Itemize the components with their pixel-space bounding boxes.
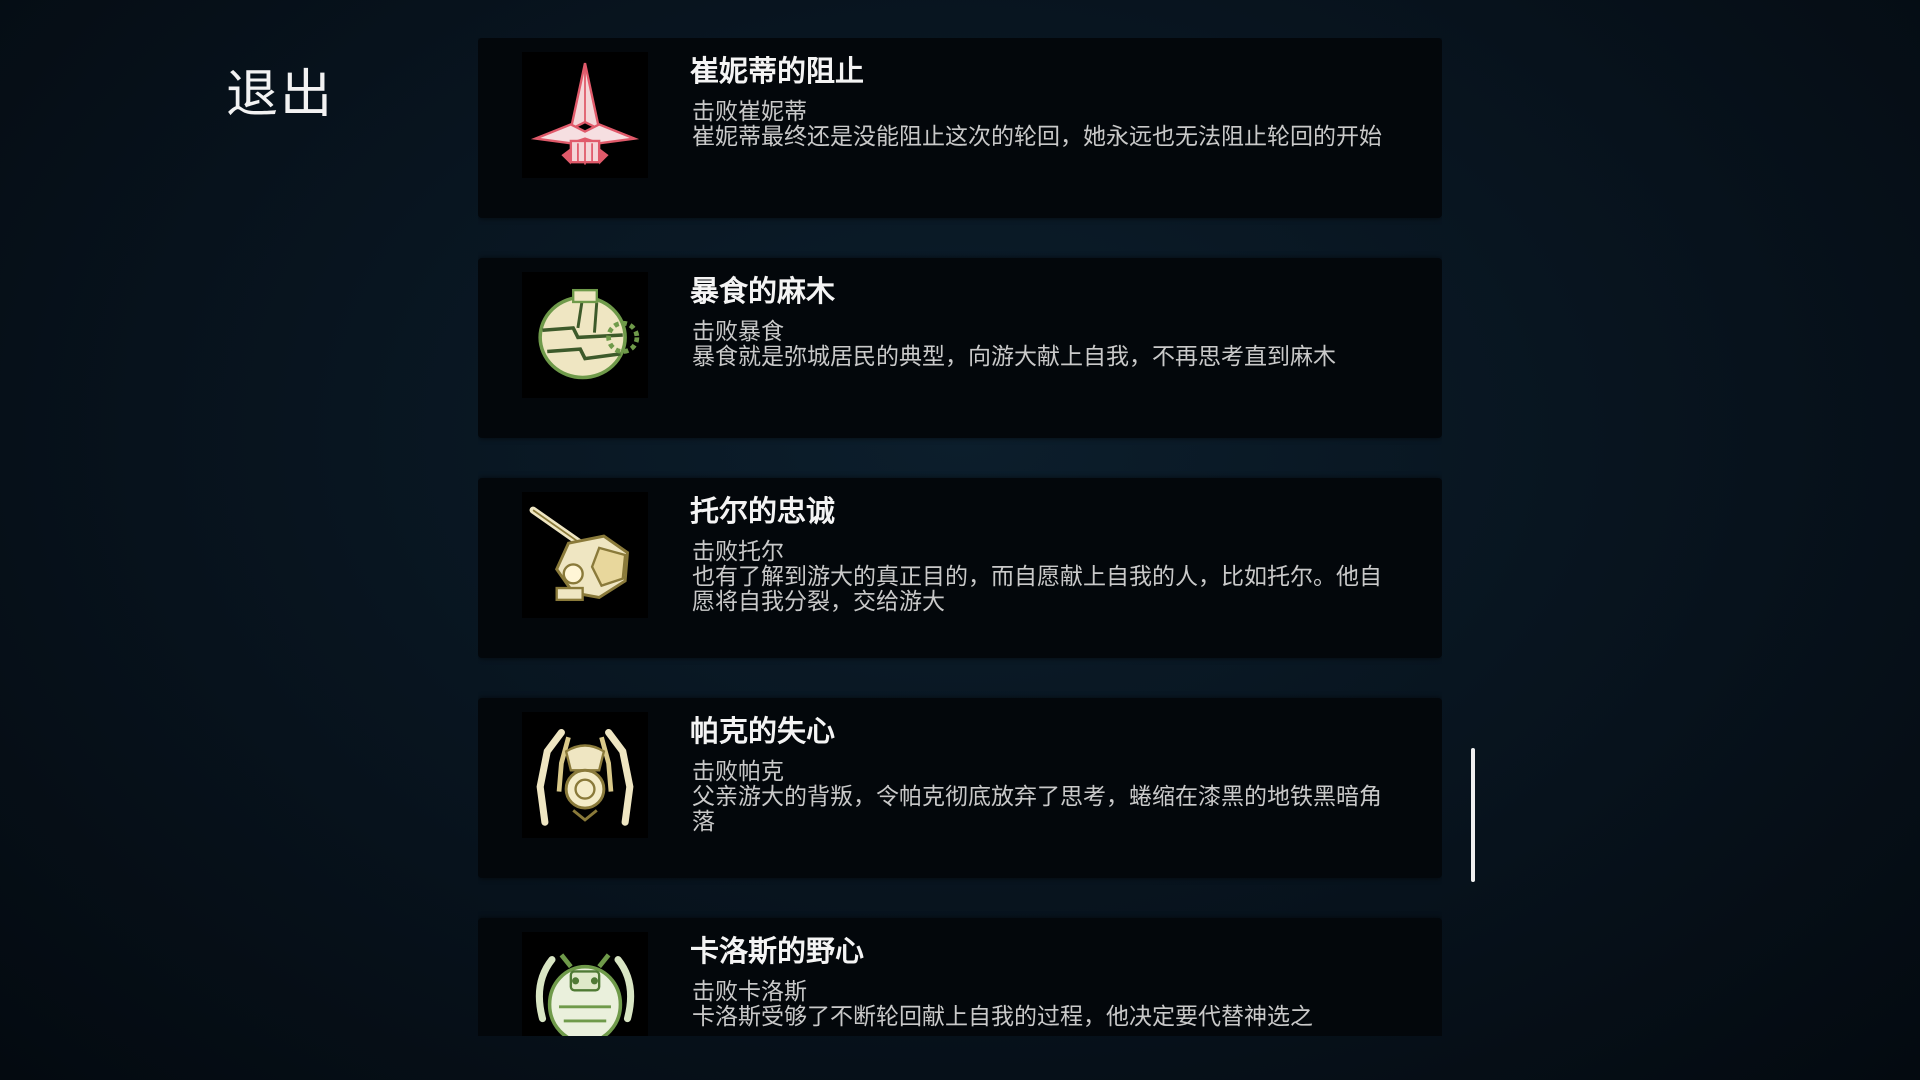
achievement-text: 击败托尔 也有了解到游大的真正目的，而自愿献上自我的人，比如托尔。他自愿将自我分… xyxy=(692,540,1404,615)
achievement-description: 也有了解到游大的真正目的，而自愿献上自我的人，比如托尔。他自愿将自我分裂，交给游… xyxy=(692,564,1382,615)
achievement-condition: 击败崔妮蒂 xyxy=(692,99,807,125)
achievement-card[interactable]: 卡洛斯的野心 击败卡洛斯 卡洛斯受够了不断轮回献上自我的过程，他决定要代替神选之 xyxy=(478,918,1442,1036)
achievement-title: 暴食的麻木 xyxy=(690,274,836,308)
achievement-condition: 击败卡洛斯 xyxy=(692,979,807,1005)
achievement-title: 卡洛斯的野心 xyxy=(690,934,865,968)
achievement-condition: 击败暴食 xyxy=(692,319,784,345)
achievement-list[interactable]: 崔妮蒂的阻止 击败崔妮蒂 崔妮蒂最终还是没能阻止这次的轮回，她永远也无法阻止轮回… xyxy=(478,38,1442,1036)
achievement-card[interactable]: 帕克的失心 击败帕克 父亲游大的背叛，令帕克彻底放弃了思考，蜷缩在漆黑的地铁黑暗… xyxy=(478,698,1442,878)
achievement-title: 托尔的忠诚 xyxy=(690,494,836,528)
achievement-description: 卡洛斯受够了不断轮回献上自我的过程，他决定要代替神选之 xyxy=(692,1004,1313,1030)
achievement-title: 崔妮蒂的阻止 xyxy=(690,54,865,88)
achievement-card[interactable]: 托尔的忠诚 击败托尔 也有了解到游大的真正目的，而自愿献上自我的人，比如托尔。他… xyxy=(478,478,1442,658)
achievement-condition: 击败帕克 xyxy=(692,759,784,785)
achievement-title: 帕克的失心 xyxy=(690,714,836,748)
achievement-description: 父亲游大的背叛，令帕克彻底放弃了思考，蜷缩在漆黑的地铁黑暗角落 xyxy=(692,784,1382,835)
crab-mech-icon xyxy=(522,932,648,1036)
achievement-card[interactable]: 暴食的麻木 击败暴食 暴食就是弥城居民的典型，向游大献上自我，不再思考直到麻木 xyxy=(478,258,1442,438)
spider-mech-icon xyxy=(522,712,648,838)
scrollbar-thumb[interactable] xyxy=(1471,748,1475,882)
red-ship-icon xyxy=(522,52,648,178)
exit-button[interactable]: 退出 xyxy=(226,52,334,127)
armored-sphere-icon xyxy=(522,272,648,398)
achievement-condition: 击败托尔 xyxy=(692,539,784,565)
achievement-text: 击败暴食 暴食就是弥城居民的典型，向游大献上自我，不再思考直到麻木 xyxy=(692,320,1404,370)
achievement-text: 击败卡洛斯 卡洛斯受够了不断轮回献上自我的过程，他决定要代替神选之 xyxy=(692,980,1404,1030)
achievement-description: 崔妮蒂最终还是没能阻止这次的轮回，她永远也无法阻止轮回的开始 xyxy=(692,124,1382,150)
achievement-text: 击败帕克 父亲游大的背叛，令帕克彻底放弃了思考，蜷缩在漆黑的地铁黑暗角落 xyxy=(692,760,1404,835)
achievement-card[interactable]: 崔妮蒂的阻止 击败崔妮蒂 崔妮蒂最终还是没能阻止这次的轮回，她永远也无法阻止轮回… xyxy=(478,38,1442,218)
cannon-mech-icon xyxy=(522,492,648,618)
achievement-text: 击败崔妮蒂 崔妮蒂最终还是没能阻止这次的轮回，她永远也无法阻止轮回的开始 xyxy=(692,100,1404,150)
achievement-description: 暴食就是弥城居民的典型，向游大献上自我，不再思考直到麻木 xyxy=(692,344,1336,370)
